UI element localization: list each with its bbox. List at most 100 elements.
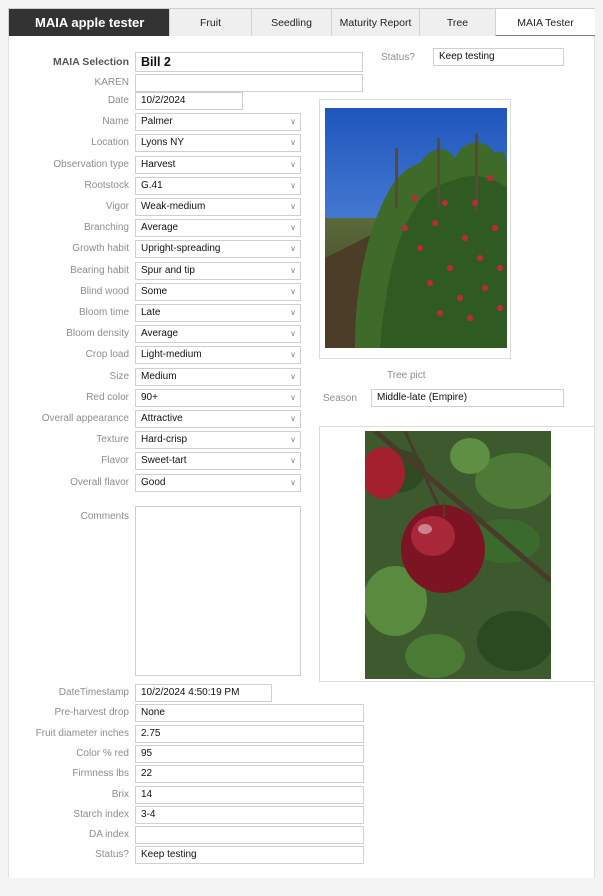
chevron-down-icon[interactable]: ∨ xyxy=(290,114,296,130)
measurement-field[interactable]: 10/2/2024 4:50:19 PM xyxy=(135,684,272,702)
field-label: Texture xyxy=(96,434,129,446)
field-label: Name xyxy=(102,116,129,128)
chevron-down-icon[interactable]: ∨ xyxy=(290,135,296,151)
season-field[interactable]: Middle-late (Empire) xyxy=(371,389,564,407)
tab-maia-tester[interactable]: MAIA Tester xyxy=(495,9,595,37)
measurement-label: Fruit diameter inches xyxy=(35,727,129,739)
karen-field[interactable] xyxy=(135,74,363,92)
field-value: Medium xyxy=(141,370,177,382)
field-label: Date xyxy=(107,95,129,106)
app-title: MAIA apple tester xyxy=(9,9,169,37)
measurement-field[interactable]: Keep testing xyxy=(135,846,364,865)
season-label: Season xyxy=(323,393,357,404)
tab-maturity-report[interactable]: Maturity Report xyxy=(331,9,419,37)
field-value: Late xyxy=(141,307,161,318)
field-value: Sweet-tart xyxy=(141,455,187,467)
chevron-down-icon[interactable]: ∨ xyxy=(290,199,296,215)
dropdown-field[interactable]: Upright-spreading ∨ xyxy=(135,240,301,259)
field-label: Growth habit xyxy=(72,243,129,255)
date-field[interactable]: 10/2/2024 xyxy=(135,92,243,110)
dropdown-field[interactable]: 90+ ∨ xyxy=(135,388,301,407)
dropdown-field[interactable]: Weak-medium ∨ xyxy=(135,198,301,216)
field-label: Rootstock xyxy=(84,179,129,191)
dropdown-field[interactable]: Palmer ∨ xyxy=(135,113,301,132)
apple-closeup-photo xyxy=(365,431,551,679)
chevron-down-icon[interactable]: ∨ xyxy=(290,263,296,279)
form-panel: MAIA Selection Bill 2 KAREN Status? Keep… xyxy=(8,36,595,878)
chevron-down-icon[interactable]: ∨ xyxy=(290,178,296,194)
measurement-field[interactable] xyxy=(135,826,364,845)
measurement-field[interactable]: 14 xyxy=(135,785,364,804)
field-label: Location xyxy=(91,137,129,149)
dropdown-field[interactable]: Attractive ∨ xyxy=(135,410,301,428)
chevron-down-icon[interactable]: ∨ xyxy=(290,241,296,257)
comments-field[interactable] xyxy=(135,506,301,676)
field-label: Overall flavor xyxy=(70,476,129,488)
maia-selection-field[interactable]: Bill 2 xyxy=(135,52,363,72)
status-top-field[interactable]: Keep testing xyxy=(433,48,564,66)
top-tab-bar: MAIA apple tester Fruit Seedling Maturit… xyxy=(8,8,595,37)
dropdown-field[interactable]: Hard-crisp ∨ xyxy=(135,431,301,450)
measurement-field[interactable]: 2.75 xyxy=(135,724,364,743)
measurement-label: Status? xyxy=(95,849,129,861)
measurement-field[interactable]: 22 xyxy=(135,765,364,784)
chevron-down-icon[interactable]: ∨ xyxy=(290,284,296,300)
dropdown-field[interactable]: Lyons NY ∨ xyxy=(135,134,301,153)
chevron-down-icon[interactable]: ∨ xyxy=(290,453,296,469)
tree-photo-frame xyxy=(319,99,511,359)
field-label: Blind wood xyxy=(80,285,129,297)
chevron-down-icon[interactable]: ∨ xyxy=(290,390,296,406)
dropdown-field[interactable]: Some ∨ xyxy=(135,282,301,301)
maia-selection-label: MAIA Selection xyxy=(52,56,129,68)
field-value: Good xyxy=(141,476,166,488)
field-value: G.41 xyxy=(141,179,163,191)
dropdown-field[interactable]: Spur and tip ∨ xyxy=(135,261,301,280)
field-label: Vigor xyxy=(105,201,129,212)
measurement-field[interactable]: 3-4 xyxy=(135,805,364,824)
measurement-label: Firmness lbs xyxy=(72,768,129,780)
field-value: Lyons NY xyxy=(141,137,184,149)
measurement-field[interactable]: 95 xyxy=(135,744,364,763)
tab-tree[interactable]: Tree xyxy=(419,9,495,37)
field-value: Attractive xyxy=(141,413,183,424)
dropdown-field[interactable]: G.41 ∨ xyxy=(135,176,301,195)
field-label: Size xyxy=(109,370,129,382)
tree-pict-label: Tree pict xyxy=(387,370,426,381)
chevron-down-icon[interactable]: ∨ xyxy=(290,369,296,385)
chevron-down-icon[interactable]: ∨ xyxy=(290,347,296,363)
field-label: Observation type xyxy=(53,158,129,170)
tab-seedling[interactable]: Seedling xyxy=(251,9,331,37)
field-value: Average xyxy=(141,328,179,340)
field-value: Weak-medium xyxy=(141,201,206,212)
field-label: Bloom time xyxy=(78,307,129,318)
dropdown-field[interactable]: Sweet-tart ∨ xyxy=(135,452,301,471)
dropdown-field[interactable]: Good ∨ xyxy=(135,473,301,492)
chevron-down-icon[interactable]: ∨ xyxy=(290,475,296,491)
field-label: Flavor xyxy=(101,455,129,467)
chevron-down-icon[interactable]: ∨ xyxy=(290,411,296,427)
chevron-down-icon[interactable]: ∨ xyxy=(290,326,296,342)
field-value: 90+ xyxy=(141,391,158,403)
field-value: Average xyxy=(141,222,179,234)
measurement-label: DateTimestamp xyxy=(58,687,129,698)
chevron-down-icon[interactable]: ∨ xyxy=(290,432,296,448)
chevron-down-icon[interactable]: ∨ xyxy=(290,157,296,173)
measurement-label: Starch index xyxy=(73,808,129,820)
tab-fruit[interactable]: Fruit xyxy=(169,9,251,37)
measurement-field[interactable]: None xyxy=(135,704,364,723)
dropdown-field[interactable]: Average ∨ xyxy=(135,219,301,238)
karen-label: KAREN xyxy=(94,77,129,88)
dropdown-field[interactable]: Average ∨ xyxy=(135,325,301,344)
dropdown-field[interactable]: Harvest ∨ xyxy=(135,155,301,174)
tree-orchard-photo xyxy=(325,108,507,348)
field-value: Some xyxy=(141,285,168,297)
dropdown-field[interactable]: Medium ∨ xyxy=(135,367,301,386)
chevron-down-icon[interactable]: ∨ xyxy=(290,220,296,236)
chevron-down-icon[interactable]: ∨ xyxy=(290,305,296,321)
field-label: Bearing habit xyxy=(70,264,129,276)
dropdown-field[interactable]: Light-medium ∨ xyxy=(135,346,301,365)
measurement-label: DA index xyxy=(88,829,129,841)
measurement-label: Brix xyxy=(111,788,129,800)
apple-photo-frame xyxy=(319,426,595,682)
dropdown-field[interactable]: Late ∨ xyxy=(135,304,301,322)
